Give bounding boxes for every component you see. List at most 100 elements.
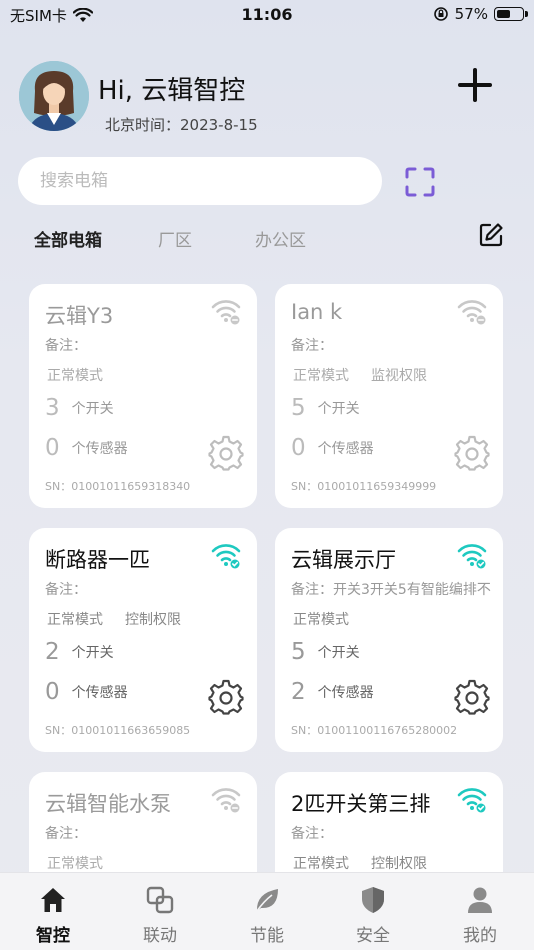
tab-all[interactable]: 全部电箱 [34, 226, 102, 251]
switch-count: 5 [291, 639, 306, 665]
sensor-count-label: 个传感器 [317, 441, 374, 457]
home-icon [41, 888, 65, 912]
switch-count-row: 5 个开关 [291, 395, 360, 421]
switch-count: 3 [45, 395, 60, 421]
device-remark: 备注：开关3开关5有智能编排不 [291, 582, 491, 598]
device-tag: 正常模式 [293, 368, 349, 384]
device-name: 2匹开关第三排 [291, 792, 431, 816]
sensor-count-row: 0 个传感器 [45, 679, 128, 705]
sensor-count-label: 个传感器 [71, 685, 128, 701]
link-icon [146, 886, 174, 914]
status-bar: 无SIM卡 11:06 57% [0, 0, 534, 30]
gear-icon[interactable] [453, 434, 491, 472]
wifi-status-icon [457, 544, 487, 569]
nav-item-security[interactable]: 安全 [320, 873, 426, 950]
sensor-count-label: 个传感器 [71, 441, 128, 457]
switch-count-label: 个开关 [71, 401, 114, 417]
nav-label: 安全 [356, 926, 390, 946]
search-input[interactable] [18, 157, 382, 205]
wifi-status-icon [457, 300, 487, 325]
device-sn: SN：01001011663659085 [45, 724, 191, 737]
device-name: Ian k [291, 300, 343, 324]
wifi-status-icon [211, 544, 241, 569]
nav-item-profile[interactable]: 我的 [427, 873, 533, 950]
device-tags: 正常模式 [47, 853, 125, 873]
device-remark: 备注： [291, 826, 333, 842]
nav-label: 智控 [36, 926, 70, 946]
device-sn: SN：01001011659349999 [291, 480, 437, 493]
gear-icon[interactable] [453, 678, 491, 716]
tab-office[interactable]: 办公区 [255, 226, 306, 251]
edit-icon[interactable] [478, 222, 504, 248]
switch-count-row: 5 个开关 [291, 639, 360, 665]
device-tag: 正常模式 [47, 612, 103, 628]
avatar-image [19, 61, 89, 131]
battery-fill [497, 10, 511, 18]
device-tags: 正常模式 控制权限 [293, 853, 449, 873]
sensor-count-label: 个传感器 [317, 685, 374, 701]
user-icon [468, 887, 492, 913]
device-tags: 正常模式 [293, 609, 371, 629]
scan-icon[interactable] [404, 166, 436, 198]
device-card[interactable]: 断路器一匹 备注： 正常模式 控制权限 2 个开关 0 个传感器 SN：0100101… [29, 528, 257, 752]
orientation-lock-icon [433, 7, 448, 21]
device-tag: 正常模式 [293, 856, 349, 872]
battery-icon [494, 7, 528, 21]
device-name: 云辑智能水泵 [45, 792, 171, 816]
switch-count: 2 [45, 639, 60, 665]
search-bar[interactable] [18, 157, 382, 205]
add-device-button[interactable] [456, 66, 494, 104]
battery-percent: 57% [454, 5, 488, 23]
device-tags: 正常模式 控制权限 [47, 609, 203, 629]
wifi-status-icon [211, 300, 241, 325]
device-tag: 正常模式 [47, 856, 103, 872]
nav-item-energy[interactable]: 节能 [214, 873, 320, 950]
switch-count-label: 个开关 [317, 645, 360, 661]
wifi-status-icon [457, 788, 487, 813]
device-tags: 正常模式 监视权限 [293, 365, 449, 385]
switch-count-row: 3 个开关 [45, 395, 114, 421]
gear-icon[interactable] [207, 434, 245, 472]
device-tags: 正常模式 [47, 365, 125, 385]
status-right: 57% [433, 5, 528, 23]
device-remark: 备注： [45, 826, 87, 842]
sensor-count: 0 [45, 435, 60, 461]
wifi-status-icon [211, 788, 241, 813]
device-card[interactable]: Ian k 备注： 正常模式 监视权限 5 个开关 0 个传感器 SN：0100101… [275, 284, 503, 508]
sensor-count: 0 [45, 679, 60, 705]
device-remark: 备注： [45, 582, 87, 598]
device-tag: 控制权限 [371, 856, 427, 872]
sensor-count: 0 [291, 435, 306, 461]
greeting-title: Hi, 云辑智控 [98, 76, 246, 106]
nav-item-linkage[interactable]: 联动 [107, 873, 213, 950]
sensor-count-row: 0 个传感器 [291, 435, 374, 461]
date-label: 北京时间：2023-8-15 [105, 116, 258, 134]
shield-icon [362, 887, 384, 913]
bottom-nav: 智控 联动 节能 安全 我的 [0, 872, 534, 950]
device-tag: 监视权限 [371, 368, 427, 384]
device-card[interactable]: 云辑Y3 备注： 正常模式 3 个开关 0 个传感器 SN：010010116593… [29, 284, 257, 508]
device-remark: 备注： [45, 338, 87, 354]
switch-count: 5 [291, 395, 306, 421]
sensor-count-row: 0 个传感器 [45, 435, 128, 461]
sensor-count: 2 [291, 679, 306, 705]
device-card[interactable]: 云辑展示厅 备注：开关3开关5有智能编排不 正常模式 5 个开关 2 个传感器 SN… [275, 528, 503, 752]
device-tag: 正常模式 [293, 612, 349, 628]
device-tag: 控制权限 [125, 612, 181, 628]
nav-label: 我的 [463, 926, 497, 946]
tab-factory[interactable]: 厂区 [158, 226, 192, 251]
avatar[interactable] [19, 61, 89, 131]
device-tag: 正常模式 [47, 368, 103, 384]
gear-icon[interactable] [207, 678, 245, 716]
device-name: 断路器一匹 [45, 548, 150, 572]
device-name: 云辑Y3 [45, 304, 114, 328]
switch-count-label: 个开关 [71, 645, 114, 661]
sensor-count-row: 2 个传感器 [291, 679, 374, 705]
device-name: 云辑展示厅 [291, 548, 396, 572]
leaf-icon [256, 889, 278, 912]
switch-count-label: 个开关 [317, 401, 360, 417]
device-sn: SN：01001011659318340 [45, 480, 191, 493]
nav-label: 联动 [143, 926, 177, 946]
device-remark: 备注： [291, 338, 333, 354]
nav-item-smart-control[interactable]: 智控 [0, 873, 106, 950]
